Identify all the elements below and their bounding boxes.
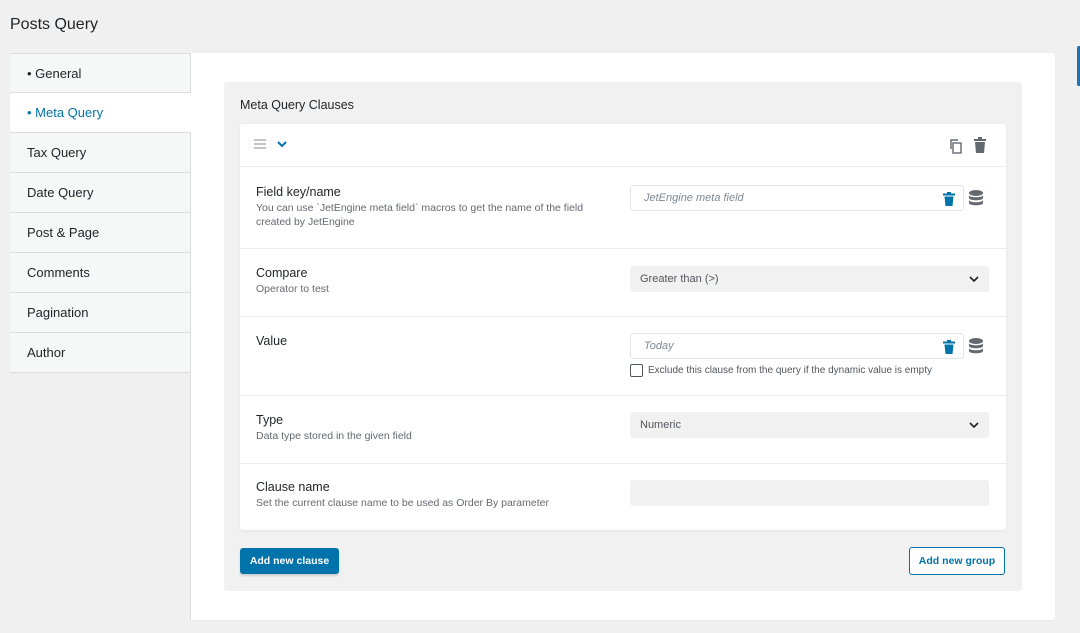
tab-label: • Meta Query (27, 105, 104, 120)
tab-comments[interactable]: Comments (10, 253, 191, 293)
chevron-down-icon (969, 422, 979, 429)
compare-selected: Greater than (>) (640, 273, 719, 285)
tab-label: Post & Page (27, 225, 100, 240)
field-key-value: JetEngine meta field (644, 192, 744, 204)
section-title: Meta Query Clauses (240, 98, 354, 112)
compare-select[interactable]: Greater than (>) (630, 266, 989, 292)
exclude-checkbox[interactable] (630, 364, 643, 377)
tab-label: Author (27, 345, 66, 360)
field-key-label: Field key/name (256, 185, 341, 199)
tab-label: Tax Query (27, 145, 87, 160)
value-row: Value Today Exclude this clause from the… (240, 317, 1006, 396)
clear-icon[interactable] (943, 340, 955, 354)
tab-post-page[interactable]: Post & Page (10, 213, 191, 253)
value-value: Today (644, 340, 674, 352)
type-label: Type (256, 413, 284, 427)
tab-label: Date Query (27, 185, 94, 200)
tab-tax-query[interactable]: Tax Query (10, 133, 191, 173)
clause-name-label: Clause name (256, 480, 330, 494)
tab-label: Comments (27, 265, 90, 280)
clear-icon[interactable] (943, 192, 955, 206)
trash-icon[interactable] (973, 137, 987, 153)
clause-name-description: Set the current clause name to be used a… (256, 497, 549, 509)
clause-card: Field key/name You can use `JetEngine me… (240, 124, 1006, 530)
compare-label: Compare (256, 266, 308, 280)
add-new-group-button[interactable]: Add new group (909, 547, 1005, 575)
tab-label: • General (27, 65, 82, 81)
compare-description: Operator to test (256, 283, 329, 295)
database-icon[interactable] (968, 189, 984, 207)
exclude-checkbox-label: Exclude this clause from the query if th… (648, 365, 933, 376)
chevron-down-icon[interactable] (276, 138, 288, 150)
copy-icon[interactable] (948, 138, 964, 154)
type-row: Type Data type stored in the given field… (240, 396, 1006, 464)
tab-author[interactable]: Author (10, 333, 191, 373)
compare-row: Compare Operator to test Greater than (>… (240, 249, 1006, 317)
tab-pagination[interactable]: Pagination (10, 293, 191, 333)
type-select[interactable]: Numeric (630, 412, 989, 438)
field-key-row: Field key/name You can use `JetEngine me… (240, 167, 1006, 249)
type-description: Data type stored in the given field (256, 430, 412, 442)
tab-general[interactable]: • General (10, 53, 191, 93)
value-input[interactable]: Today (630, 333, 964, 359)
type-selected: Numeric (640, 419, 681, 431)
field-key-description: You can use `JetEngine meta field` macro… (256, 202, 584, 228)
clause-header (240, 124, 1006, 167)
panel-divider (190, 374, 191, 620)
database-icon[interactable] (968, 337, 984, 355)
tab-date-query[interactable]: Date Query (10, 173, 191, 213)
tab-meta-query[interactable]: • Meta Query (10, 93, 191, 133)
tab-label: Pagination (27, 305, 89, 320)
drag-handle-icon[interactable] (254, 139, 266, 149)
clause-name-input[interactable] (630, 480, 989, 506)
add-new-clause-button[interactable]: Add new clause (240, 548, 339, 574)
query-sidebar: • General • Meta Query Tax Query Date Qu… (10, 53, 191, 373)
page-title: Posts Query (10, 16, 99, 33)
clause-name-row: Clause name Set the current clause name … (240, 464, 1006, 530)
value-label: Value (256, 334, 288, 348)
field-key-input[interactable]: JetEngine meta field (630, 185, 964, 211)
chevron-down-icon (969, 276, 979, 283)
